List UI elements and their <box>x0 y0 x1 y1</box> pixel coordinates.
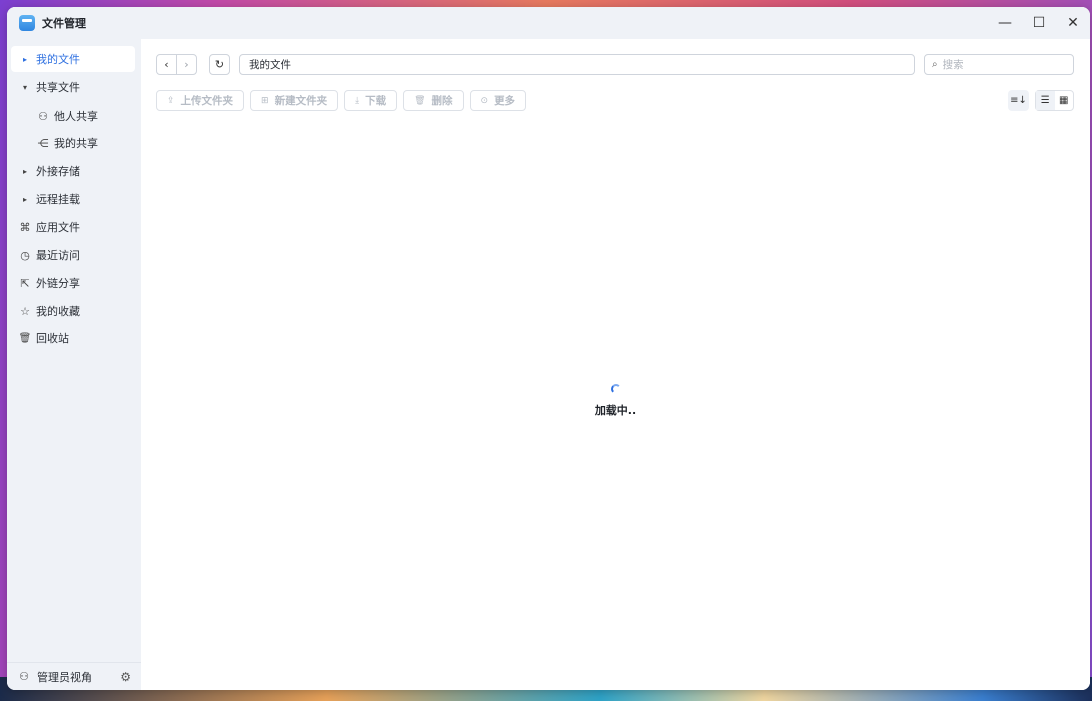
caret-right-icon: ▸ <box>22 194 27 204</box>
loading-text: 加载中.. <box>594 404 637 417</box>
sidebar-item-my-shares[interactable]: ⋲ 我的共享 <box>11 130 135 156</box>
gear-icon[interactable]: ⚙ <box>120 670 131 684</box>
sidebar-item-label: 最近访问 <box>36 249 80 262</box>
sidebar-item-label: 共享文件 <box>36 81 80 94</box>
list-view-button[interactable]: ☰ <box>1036 91 1055 110</box>
sidebar-item-label: 远程挂载 <box>36 193 80 206</box>
search-icon: ⌕ <box>932 59 938 70</box>
upload-folder-button[interactable]: ⇪ 上传文件夹 <box>156 90 245 111</box>
search-placeholder: 搜索 <box>942 59 964 71</box>
minimize-button[interactable]: — <box>988 7 1022 39</box>
upload-folder-label: 上传文件夹 <box>180 95 234 107</box>
sidebar: ▸ 我的文件 ▾ 共享文件 ⚇ 他人共享 ⋲ 我的共享 ▸ 外接存储 ▸ 远程挂… <box>7 39 141 690</box>
sidebar-item-label: 外接存储 <box>36 165 80 178</box>
admin-view-label: 管理员视角 <box>37 670 92 684</box>
download-button[interactable]: ⤓ 下载 <box>344 90 398 111</box>
refresh-button[interactable]: ↻ <box>209 54 230 75</box>
share-icon: ⋲ <box>37 136 49 150</box>
spinner-icon <box>610 384 621 394</box>
sidebar-item-remote-mount[interactable]: ▸ 远程挂载 <box>11 186 135 212</box>
more-icon: ⊙ <box>480 95 489 106</box>
sidebar-item-shared-by-others[interactable]: ⚇ 他人共享 <box>11 103 135 129</box>
sidebar-item-my-files[interactable]: ▸ 我的文件 <box>11 46 135 72</box>
sidebar-item-label: 他人共享 <box>54 110 98 123</box>
command-icon: ⌘ <box>19 220 31 234</box>
user-icon: ⚇ <box>19 670 29 683</box>
history-nav: ‹ › <box>156 54 197 75</box>
sidebar-item-external-link-share[interactable]: ⇱ 外链分享 <box>11 270 135 296</box>
sidebar-item-app-files[interactable]: ⌘ 应用文件 <box>11 214 135 240</box>
caret-down-icon: ▾ <box>22 82 27 92</box>
file-manager-window: 文件管理 — ☐ ✕ ▸ 我的文件 ▾ 共享文件 ⚇ 他人共享 ⋲ 我的共享 ▸… <box>7 7 1090 690</box>
users-icon: ⚇ <box>38 109 48 123</box>
file-toolbar: ⇪ 上传文件夹 ⊞ 新建文件夹 ⤓ 下载 🗑 删除 ⊙ 更多 <box>156 90 527 111</box>
new-folder-label: 新建文件夹 <box>274 95 328 107</box>
sidebar-item-label: 我的共享 <box>54 137 98 150</box>
app-icon <box>19 15 35 31</box>
sidebar-item-label: 应用文件 <box>36 221 80 234</box>
search-input[interactable]: ⌕ 搜索 <box>924 54 1074 75</box>
window-controls: — ☐ ✕ <box>988 7 1090 39</box>
sidebar-item-recycle-bin[interactable]: 🗑 回收站 <box>11 325 135 351</box>
view-mode-toggle: ☰ ▦ <box>1035 90 1074 111</box>
close-button[interactable]: ✕ <box>1056 7 1090 39</box>
delete-label: 删除 <box>431 95 453 107</box>
sidebar-item-external-storage[interactable]: ▸ 外接存储 <box>11 158 135 184</box>
sidebar-item-favorites[interactable]: ☆ 我的收藏 <box>11 298 135 324</box>
clock-icon: ◷ <box>20 248 30 262</box>
trash-icon: 🗑 <box>18 332 32 344</box>
sidebar-item-recent[interactable]: ◷ 最近访问 <box>11 242 135 268</box>
more-button[interactable]: ⊙ 更多 <box>469 90 527 111</box>
new-folder-icon: ⊞ <box>261 95 269 106</box>
sidebar-item-label: 我的文件 <box>36 53 80 66</box>
sidebar-item-label: 回收站 <box>36 332 69 345</box>
new-folder-button[interactable]: ⊞ 新建文件夹 <box>250 90 339 111</box>
loading-indicator: 加载中.. <box>141 384 1090 418</box>
star-icon: ☆ <box>20 304 30 318</box>
trash-icon: 🗑 <box>414 95 426 106</box>
main-content: ‹ › ↻ 我的文件 ⌕ 搜索 ⇪ 上传文件夹 ⊞ 新建文件夹 ⤓ 下载 🗑 删… <box>141 39 1090 690</box>
external-link-icon: ⇱ <box>20 276 30 290</box>
caret-right-icon: ▸ <box>22 54 27 64</box>
maximize-button[interactable]: ☐ <box>1022 7 1056 39</box>
forward-button[interactable]: › <box>176 55 196 74</box>
sidebar-item-label: 我的收藏 <box>36 305 80 318</box>
download-label: 下载 <box>365 95 387 107</box>
app-title: 文件管理 <box>42 17 86 30</box>
more-label: 更多 <box>494 95 516 107</box>
admin-view-toggle[interactable]: ⚇ 管理员视角 ⚙ <box>7 662 141 690</box>
title-bar: 文件管理 — ☐ ✕ <box>7 7 1090 39</box>
download-icon: ⤓ <box>355 95 360 106</box>
upload-icon: ⇪ <box>167 95 175 106</box>
sidebar-item-shared-files[interactable]: ▾ 共享文件 <box>11 74 135 100</box>
sidebar-item-label: 外链分享 <box>36 277 80 290</box>
caret-right-icon: ▸ <box>22 166 27 176</box>
sort-button[interactable]: ≡↓ <box>1008 90 1029 111</box>
grid-view-button[interactable]: ▦ <box>1055 91 1074 110</box>
delete-button[interactable]: 🗑 删除 <box>403 90 464 111</box>
back-button[interactable]: ‹ <box>157 55 176 74</box>
path-field[interactable]: 我的文件 <box>239 54 915 75</box>
